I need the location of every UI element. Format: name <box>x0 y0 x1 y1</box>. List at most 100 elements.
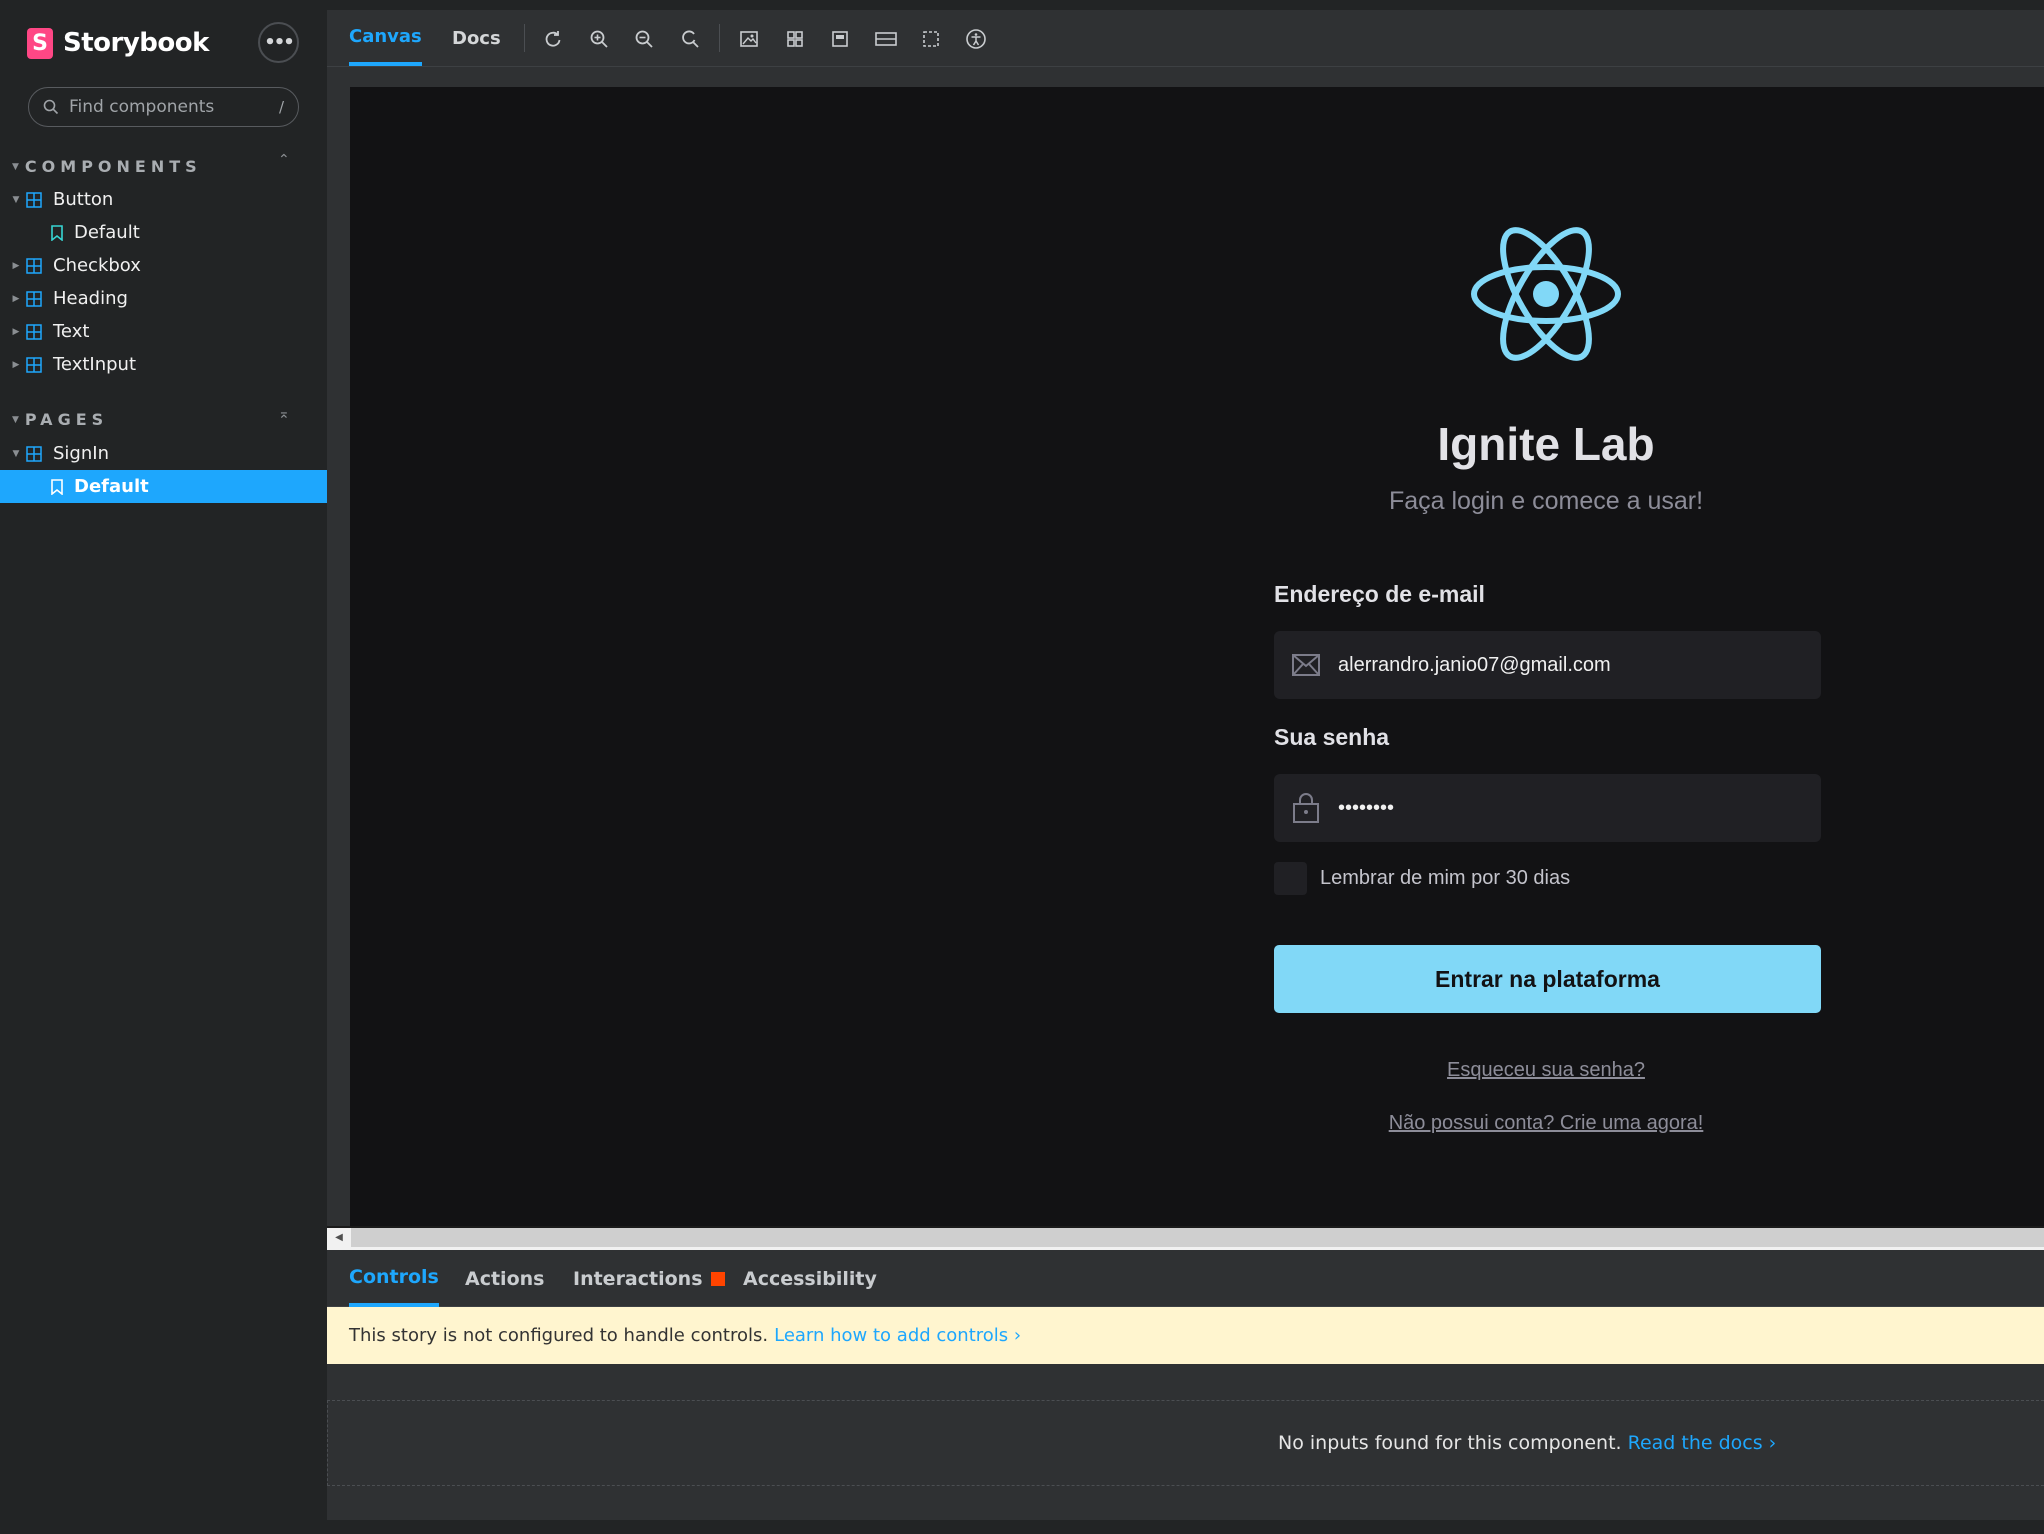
component-icon <box>26 257 42 274</box>
zoom-in-icon[interactable] <box>587 27 611 51</box>
sidebar-item-label: Default <box>74 476 149 497</box>
horizontal-scrollbar[interactable]: ◀ <box>327 1226 2044 1247</box>
sidebar-story-signin-default[interactable]: Default <box>0 470 327 503</box>
learn-controls-link[interactable]: Learn how to add controls › <box>774 1325 1021 1346</box>
caret-right-icon: ▶ <box>12 293 20 304</box>
sidebar-item-signin[interactable]: ▼ SignIn <box>0 437 327 470</box>
bookmark-icon <box>51 224 63 241</box>
lock-icon <box>1293 793 1319 823</box>
outline-icon[interactable] <box>919 27 943 51</box>
more-menu-button[interactable]: ••• <box>258 22 299 63</box>
storybook-brand[interactable]: S Storybook <box>27 26 209 60</box>
component-icon <box>26 191 42 208</box>
remember-me[interactable]: Lembrar de mim por 30 dias <box>1274 862 1570 895</box>
sidebar-item-label: Default <box>74 222 140 243</box>
accessibility-icon[interactable] <box>964 27 988 51</box>
section-header-components[interactable]: ▼ COMPONENTS <box>12 157 202 176</box>
email-field[interactable] <box>1274 631 1821 699</box>
react-logo-icon <box>1471 227 1621 361</box>
caret-right-icon: ▶ <box>12 260 20 271</box>
envelope-icon <box>1292 654 1320 676</box>
scroll-left-icon[interactable]: ◀ <box>327 1228 351 1247</box>
component-icon <box>26 445 42 462</box>
addon-panel: Controls Actions Interactions Accessibil… <box>327 1250 2044 1520</box>
tab-accessibility[interactable]: Accessibility <box>743 1250 877 1307</box>
password-field[interactable] <box>1274 774 1821 842</box>
bookmark-icon <box>51 478 63 495</box>
brand-name: Storybook <box>63 28 209 58</box>
remember-checkbox[interactable] <box>1274 862 1307 895</box>
toolbar: Canvas Docs <box>327 10 2044 67</box>
caret-down-icon: ▼ <box>12 414 19 425</box>
sidebar-story-button-default[interactable]: Default <box>0 216 327 249</box>
page-subtitle: Faça login e comece a usar! <box>1388 487 1704 515</box>
grid-icon[interactable] <box>783 27 807 51</box>
sidebar-item-label: TextInput <box>53 354 137 375</box>
toolbar-divider <box>524 24 525 52</box>
sidebar-item-button[interactable]: ▼ Button <box>0 183 327 216</box>
tab-controls[interactable]: Controls <box>349 1250 439 1307</box>
password-input[interactable] <box>1338 796 1798 820</box>
zoom-out-icon[interactable] <box>632 27 656 51</box>
submit-button[interactable]: Entrar na plataforma <box>1274 945 1821 1013</box>
sidebar: S Storybook ••• / ▼ COMPONENTS ⌃ ▼ Butto… <box>0 0 327 1534</box>
forgot-password-link[interactable]: Esqueceu sua senha? <box>1296 1059 1796 1082</box>
sidebar-item-label: Button <box>53 189 114 210</box>
email-label: Endereço de e-mail <box>1274 581 1485 607</box>
empty-state: No inputs found for this component. Read… <box>327 1400 2044 1486</box>
controls-notice: This story is not configured to handle c… <box>327 1307 2044 1364</box>
caret-right-icon: ▶ <box>12 359 20 370</box>
tab-docs[interactable]: Docs <box>452 10 501 66</box>
section-title: PAGES <box>24 410 109 429</box>
reload-icon[interactable] <box>541 27 565 51</box>
caret-down-icon: ▼ <box>12 194 20 205</box>
notice-text: This story is not configured to handle c… <box>349 1325 769 1346</box>
toolbar-divider <box>719 24 720 52</box>
expand-collapse-icon[interactable]: ⌃ <box>278 152 290 168</box>
caret-down-icon: ▼ <box>12 448 20 459</box>
sidebar-item-label: Text <box>53 321 90 342</box>
password-label: Sua senha <box>1274 724 1390 750</box>
measure-icon[interactable] <box>874 27 898 51</box>
tab-interactions[interactable]: Interactions <box>573 1250 725 1307</box>
viewport-icon[interactable] <box>828 27 852 51</box>
empty-text: No inputs found for this component. <box>1278 1432 1622 1454</box>
tab-label: Interactions <box>573 1267 703 1290</box>
sidebar-item-label: Heading <box>53 288 128 309</box>
sidebar-item-label: Checkbox <box>53 255 141 276</box>
signup-link[interactable]: Não possui conta? Crie uma agora! <box>1296 1112 1796 1135</box>
component-icon <box>26 356 42 373</box>
background-icon[interactable] <box>737 27 761 51</box>
caret-down-icon: ▼ <box>12 161 19 172</box>
search-icon <box>43 99 59 115</box>
sidebar-item-heading[interactable]: ▶ Heading <box>0 282 327 315</box>
tab-label: Controls <box>349 1265 439 1288</box>
search-input[interactable] <box>69 97 259 117</box>
remember-label: Lembrar de mim por 30 dias <box>1320 867 1571 889</box>
canvas-area: Ignite Lab Faça login e comece a usar! E… <box>327 67 2044 1227</box>
storybook-logo: S <box>27 27 53 59</box>
tab-label: Actions <box>465 1267 545 1290</box>
sidebar-item-textinput[interactable]: ▶ TextInput <box>0 348 327 381</box>
status-badge <box>710 1271 725 1286</box>
search-box[interactable]: / <box>28 87 299 127</box>
panel-tabs: Controls Actions Interactions Accessibil… <box>327 1250 2044 1307</box>
section-title: COMPONENTS <box>24 157 202 176</box>
email-input[interactable] <box>1338 653 1798 677</box>
section-header-pages[interactable]: ▼ PAGES <box>12 410 108 429</box>
sidebar-item-text[interactable]: ▶ Text <box>0 315 327 348</box>
collapse-all-icon[interactable]: ⌅ <box>278 406 290 422</box>
component-icon <box>26 323 42 340</box>
search-shortcut-hint: / <box>278 98 284 116</box>
sidebar-item-label: SignIn <box>53 443 109 464</box>
component-icon <box>26 290 42 307</box>
zoom-reset-icon[interactable] <box>678 27 702 51</box>
page-title: Ignite Lab <box>1437 418 1655 470</box>
sidebar-item-checkbox[interactable]: ▶ Checkbox <box>0 249 327 282</box>
tab-actions[interactable]: Actions <box>465 1250 544 1307</box>
story-preview: Ignite Lab Faça login e comece a usar! E… <box>350 87 2044 1226</box>
tab-label: Accessibility <box>743 1267 877 1290</box>
tab-canvas[interactable]: Canvas <box>349 10 422 66</box>
caret-right-icon: ▶ <box>12 326 20 337</box>
read-docs-link[interactable]: Read the docs › <box>1628 1432 1777 1454</box>
